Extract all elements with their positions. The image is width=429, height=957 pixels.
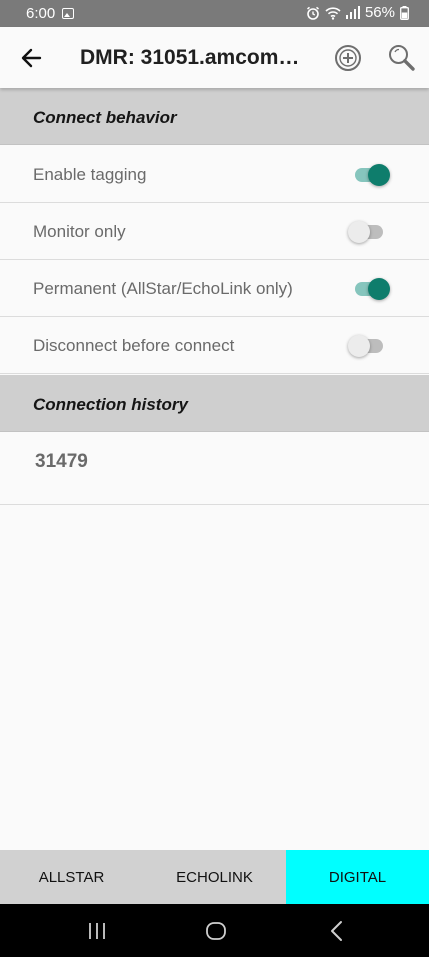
status-bar: 6:00 56% [0, 0, 429, 27]
bottom-tab-bar: ALLSTAR ECHOLINK DIGITAL [0, 850, 429, 904]
tab-echolink[interactable]: ECHOLINK [143, 850, 286, 904]
setting-label: Disconnect before connect [33, 336, 235, 355]
setting-row-monitor-only[interactable]: Monitor only [0, 203, 429, 260]
monitor-only-switch[interactable] [348, 221, 390, 243]
system-nav-bar [0, 904, 429, 957]
setting-label: Monitor only [33, 222, 126, 241]
battery-icon [400, 5, 409, 20]
tab-allstar[interactable]: ALLSTAR [0, 850, 143, 904]
signal-icon [345, 6, 360, 19]
permanent-switch[interactable] [348, 278, 390, 300]
app-bar: DMR: 31051.amcomm.net... [0, 27, 429, 88]
setting-label: Permanent (AllStar/EchoLink only) [33, 279, 293, 298]
setting-row-enable-tagging[interactable]: Enable tagging [0, 146, 429, 203]
recent-apps-icon[interactable] [86, 922, 108, 940]
setting-row-disconnect-before-connect[interactable]: Disconnect before connect [0, 317, 429, 374]
magnifier-icon[interactable] [386, 42, 418, 74]
setting-label: Enable tagging [33, 165, 147, 184]
circle-plus-icon[interactable] [333, 43, 363, 73]
alarm-icon [306, 6, 320, 20]
gallery-icon [62, 8, 74, 19]
setting-row-permanent[interactable]: Permanent (AllStar/EchoLink only) [0, 260, 429, 317]
page-title: DMR: 31051.amcomm.net... [80, 46, 310, 69]
section-header-connect-behavior: Connect behavior [0, 88, 429, 145]
wifi-icon [325, 6, 341, 20]
status-icons: 56% [306, 4, 409, 21]
tab-digital[interactable]: DIGITAL [286, 850, 429, 904]
section-header-connection-history: Connection history [0, 375, 429, 432]
nav-back-icon[interactable] [327, 920, 347, 942]
history-item[interactable]: 31479 [0, 432, 429, 505]
home-icon[interactable] [205, 921, 227, 941]
arrow-left-icon[interactable] [18, 44, 46, 72]
status-time: 6:00 [26, 5, 56, 22]
section-title: Connect behavior [33, 108, 177, 127]
battery-text: 56% [364, 4, 395, 21]
disconnect-before-connect-switch[interactable] [348, 335, 390, 357]
section-title: Connection history [33, 395, 188, 414]
enable-tagging-switch[interactable] [348, 164, 390, 186]
history-item-label: 31479 [35, 451, 88, 472]
